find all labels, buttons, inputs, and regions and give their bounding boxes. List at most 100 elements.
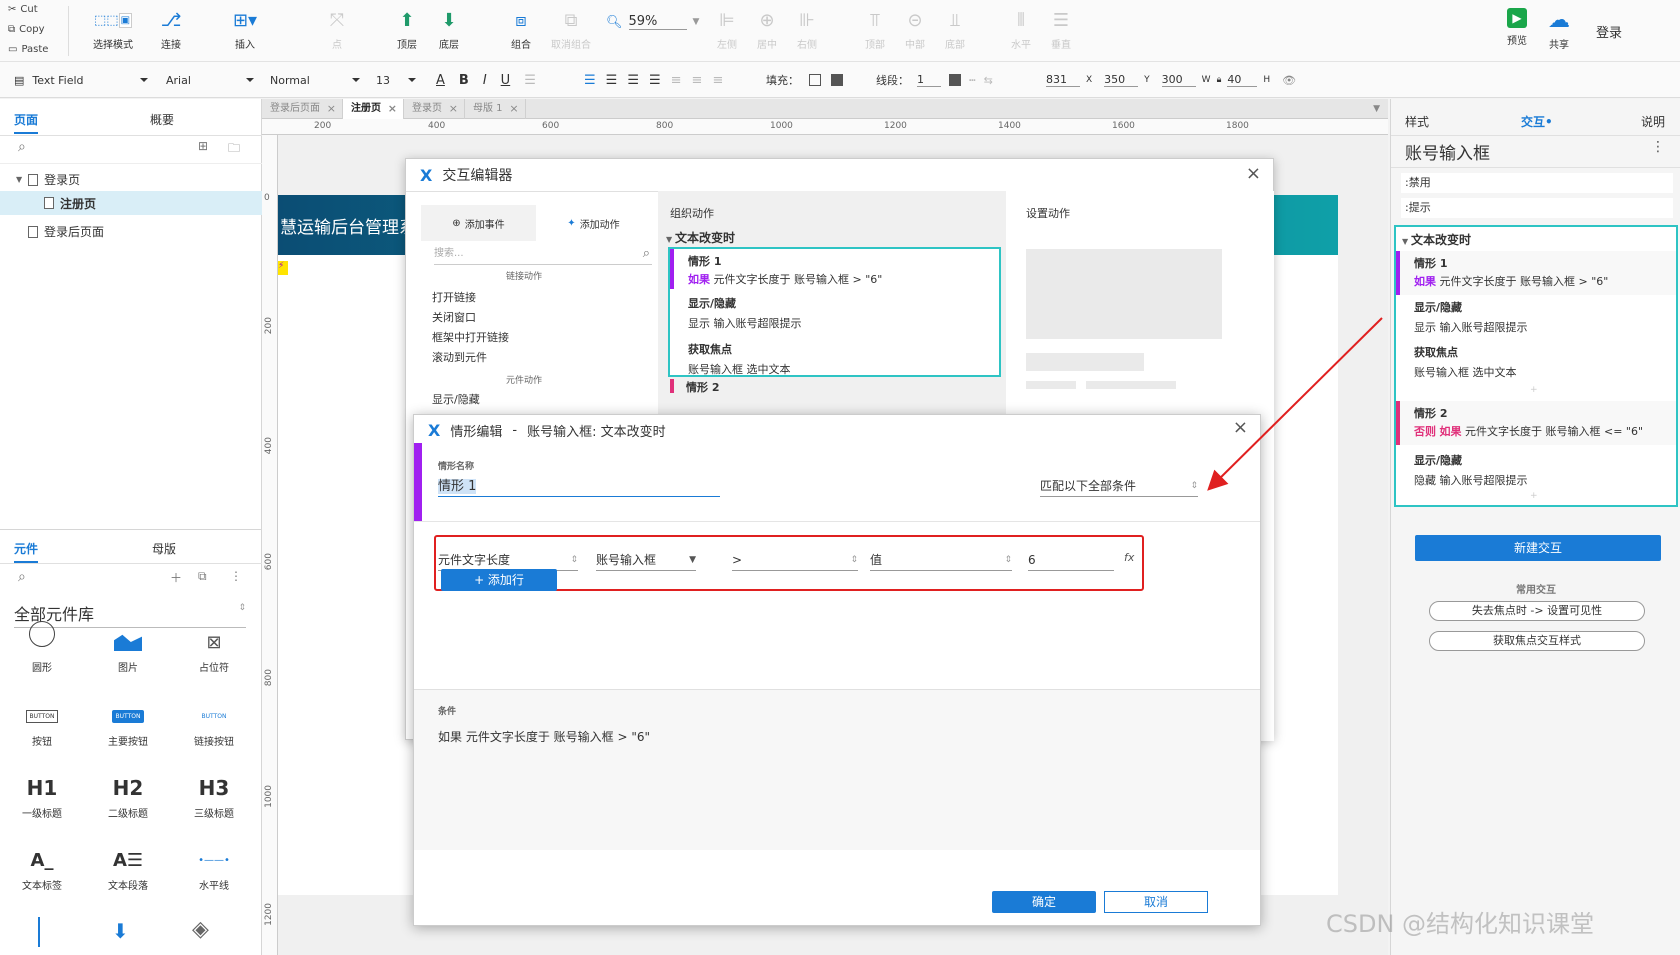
align-text-center-icon[interactable]: ☰ (606, 73, 618, 88)
page-item-login[interactable]: ▼ 登录页 (16, 171, 80, 188)
widget-paragraph[interactable]: A☰ 文本段落 (88, 843, 168, 893)
line-color-swatch[interactable] (949, 74, 961, 86)
widget-placeholder[interactable]: ⊠ 占位符 (174, 625, 254, 675)
search-icon[interactable]: ⌕ (18, 139, 26, 155)
font-color-icon[interactable]: A (436, 73, 445, 88)
more-icon[interactable]: ⋮ (230, 569, 242, 583)
condition-widget-select[interactable]: 账号输入框 ▼ (596, 549, 696, 571)
close-icon[interactable]: × (1233, 417, 1248, 438)
zoom-control[interactable]: 🔍︎ 59% ▼ (606, 14, 699, 30)
close-icon[interactable]: × (327, 99, 336, 119)
action-close-window[interactable]: 关闭窗口 (432, 309, 476, 325)
bullet-list-icon[interactable]: ☰ (524, 73, 536, 88)
close-icon[interactable]: × (449, 99, 458, 119)
event-title[interactable]: ▼ 文本改变时 (1402, 231, 1471, 248)
new-interaction-button[interactable]: 新建交互 (1415, 535, 1661, 561)
vertical-line-icon[interactable] (38, 917, 40, 947)
add-action-tab[interactable]: ✦ 添加动作 (536, 205, 651, 241)
tool-group[interactable]: ⧈ 组合 (494, 8, 548, 52)
add-row-button[interactable]: + 添加行 (441, 569, 557, 591)
add-action-icon[interactable]: + (1530, 491, 1538, 501)
x-input[interactable]: 831 (1046, 73, 1080, 87)
library-copy-icon[interactable]: ⧉ (198, 569, 207, 584)
case2-block[interactable]: 情形 2 否则 如果 元件文字长度于 账号输入框 <= "6" (1396, 401, 1676, 445)
case-name-input[interactable]: 情形 1 (438, 475, 720, 497)
action-show-hide[interactable]: 显示/隐藏 (432, 391, 480, 407)
arrow-style-icon[interactable]: ⇆ (984, 74, 993, 87)
close-icon[interactable]: × (388, 99, 397, 119)
valign-bottom-icon[interactable]: ≡ (712, 73, 723, 88)
widget-name[interactable]: 账号输入框 (1405, 139, 1490, 164)
action-scroll-to[interactable]: 滚动到元件 (432, 349, 487, 365)
tab-style[interactable]: 样式 (1405, 113, 1429, 130)
add-page-icon[interactable]: ⊞ (198, 139, 208, 153)
tool-point[interactable]: ⤧ 点 (310, 8, 364, 52)
action-show-hide-2[interactable]: 显示/隐藏 (1414, 452, 1462, 468)
widget-button[interactable]: BUTTON 按钮 (2, 699, 82, 748)
action-focus[interactable]: 获取焦点 (1414, 344, 1458, 360)
underline-icon[interactable]: U (501, 73, 511, 88)
condition-value-input[interactable]: 6 (1028, 549, 1114, 571)
tool-connect[interactable]: ⎇ 连接 (144, 8, 198, 52)
visibility-eye-icon[interactable]: 👁︎ (1282, 74, 1296, 87)
tab-masters[interactable]: 母版 (152, 540, 176, 557)
font-style-select[interactable]: Normal (270, 70, 360, 90)
page-item-after-login[interactable]: 登录后页面 (28, 223, 104, 240)
widget-text-label[interactable]: A_ 文本标签 (2, 843, 82, 893)
add-folder-icon[interactable]: 🗀 (228, 139, 240, 160)
tab-master-1[interactable]: 母版 1 × (465, 99, 526, 119)
align-text-justify-icon[interactable]: ☰ (649, 73, 661, 88)
ok-button[interactable]: 确定 (992, 891, 1096, 913)
w-input[interactable]: 300 (1161, 73, 1196, 87)
tool-send-back[interactable]: ⬇ 底层 (422, 8, 476, 52)
tab-interaction[interactable]: 交互• (1521, 113, 1553, 134)
tool-distribute-v[interactable]: ☰ 垂直 (1034, 8, 1088, 52)
valign-middle-icon[interactable]: ≡ (692, 73, 703, 88)
bold-icon[interactable]: B (459, 73, 469, 88)
widget-image[interactable]: 图片 (88, 625, 168, 674)
add-event-tab[interactable]: ⊕ 添加事件 (421, 205, 536, 241)
common-blur-button[interactable]: 失去焦点时 -> 设置可见性 (1429, 601, 1645, 621)
widget-link-button[interactable]: BUTTON 链接按钮 (174, 699, 254, 749)
tab-page-after-login[interactable]: 登录后页面 × (262, 99, 343, 119)
page-item-register[interactable]: 注册页 (0, 191, 262, 215)
h-input[interactable]: 40 (1227, 73, 1258, 87)
share-button[interactable]: ☁ 共享 (1532, 8, 1586, 52)
prop-disabled[interactable]: :禁用 (1401, 173, 1673, 193)
valign-top-icon[interactable]: ≡ (671, 73, 682, 88)
widget-h2[interactable]: H2 二级标题 (88, 771, 168, 820)
y-input[interactable]: 350 (1104, 73, 1139, 87)
dynamic-panel-icon[interactable]: ◈ (192, 917, 209, 942)
cancel-button[interactable]: 取消 (1104, 891, 1208, 913)
add-library-icon[interactable]: ＋ (170, 569, 182, 586)
login-link[interactable]: 登录 (1596, 22, 1622, 41)
case1-organize-block[interactable]: 情形 1 如果 元件文字长度于 账号输入框 > "6" 显示/隐藏 显示 输入账… (668, 247, 1001, 377)
interaction-flag-icon[interactable]: ⚡ (278, 261, 288, 275)
widget-hline[interactable]: •——• 水平线 (174, 843, 254, 893)
condition-operator-select[interactable]: > ⇕ (732, 549, 858, 571)
tab-pages[interactable]: 页面 (14, 111, 39, 134)
widget-search-icon[interactable]: ⌕ (18, 569, 26, 585)
paste-button[interactable]: ▭ Paste (8, 44, 48, 55)
shadow-swatch[interactable] (831, 74, 843, 86)
close-icon[interactable]: × (509, 99, 518, 119)
tool-insert[interactable]: ⊞▾ 插入 (218, 8, 272, 52)
tab-widgets[interactable]: 元件 (14, 540, 39, 563)
close-icon[interactable]: × (1246, 163, 1261, 184)
case1-block[interactable]: 情形 1 如果 元件文字长度于 账号输入框 > "6" (1396, 251, 1676, 295)
tool-align-bottom[interactable]: ⫫ 底部 (928, 8, 982, 52)
action-search-input[interactable]: 搜索... ⌕ (434, 243, 652, 265)
tool-align-right[interactable]: ⊪ 右侧 (780, 8, 834, 52)
add-action-icon[interactable]: + (1530, 385, 1538, 395)
cut-button[interactable]: ✂ Cut (8, 4, 38, 15)
widget-primary-button[interactable]: BUTTON 主要按钮 (88, 699, 168, 748)
hotspot-icon[interactable]: ⬇ (112, 919, 129, 943)
tool-select-mode[interactable]: ⬚⬚ ▣ 选择模式 (86, 8, 140, 51)
widget-h3[interactable]: H3 三级标题 (174, 771, 254, 820)
condition-value-type-select[interactable]: 值 ⇕ (870, 549, 1012, 571)
line-style-icon[interactable]: ┅ (969, 74, 976, 87)
match-mode-select[interactable]: 匹配以下全部条件 ⇕ (1040, 475, 1198, 497)
font-size-select[interactable]: 13 (376, 70, 416, 90)
tab-page-login[interactable]: 登录页 × (404, 99, 465, 119)
widget-circle[interactable]: 圆形 (2, 621, 82, 674)
